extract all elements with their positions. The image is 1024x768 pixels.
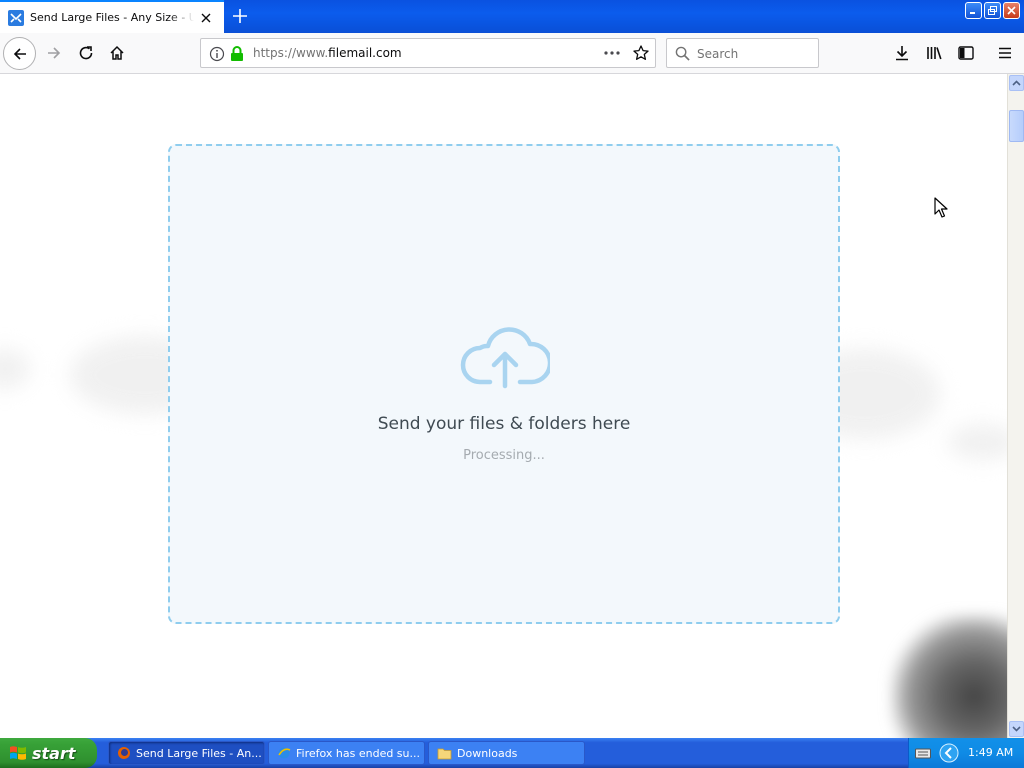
download-icon — [896, 46, 908, 61]
info-icon[interactable] — [209, 46, 225, 62]
taskbar-item-ie[interactable]: Firefox has ended su... — [268, 741, 425, 765]
mouse-cursor-icon — [934, 197, 948, 218]
close-window-button[interactable] — [1003, 2, 1020, 19]
taskbar-item-downloads[interactable]: Downloads — [428, 741, 585, 765]
windows-logo-icon — [10, 746, 26, 760]
taskbar-item-firefox[interactable]: Send Large Files - An... — [108, 741, 265, 765]
url-bar[interactable]: https://www.filemail.com — [200, 38, 656, 68]
taskbar-item-label: Send Large Files - An... — [136, 746, 262, 760]
bookmark-star-icon[interactable] — [633, 45, 649, 61]
start-button[interactable]: start — [0, 738, 97, 768]
scroll-up-button[interactable] — [1009, 75, 1024, 91]
window-controls — [965, 2, 1020, 20]
downloads-button[interactable] — [886, 37, 918, 69]
reload-button[interactable] — [70, 37, 102, 69]
folder-icon — [437, 748, 452, 759]
firefox-icon — [118, 747, 130, 759]
scroll-down-button[interactable] — [1009, 721, 1024, 737]
url-text: https://www.filemail.com — [253, 46, 402, 60]
search-icon — [675, 46, 690, 61]
home-icon — [110, 45, 124, 60]
file-dropzone[interactable]: Send your files & folders here Processin… — [168, 144, 840, 624]
clock: 1:49 AM — [968, 746, 1014, 759]
new-tab-icon[interactable] — [232, 8, 248, 24]
back-arrow-icon — [13, 47, 26, 60]
sidebar-icon — [958, 46, 974, 60]
reload-icon — [79, 46, 93, 60]
menu-button[interactable] — [989, 37, 1021, 69]
url-domain: filemail.com — [328, 46, 402, 60]
close-tab-icon[interactable] — [200, 12, 212, 24]
dropzone-status: Processing... — [463, 448, 545, 463]
chevron-down-icon — [1012, 726, 1021, 732]
search-placeholder: Search — [697, 47, 739, 61]
tray-chevron-icon[interactable] — [939, 743, 959, 763]
search-bar[interactable]: Search — [666, 38, 819, 68]
system-tray: 1:49 AM — [908, 738, 1024, 768]
scrollbar-thumb[interactable] — [1009, 110, 1024, 142]
filemail-icon — [8, 10, 24, 26]
library-button[interactable] — [918, 37, 950, 69]
tab-strip: Send Large Files - Any Size - Up To — [0, 0, 1024, 33]
forward-arrow-icon — [48, 47, 61, 59]
page-actions-icon[interactable] — [603, 45, 621, 61]
url-prefix: https://www. — [253, 46, 329, 60]
forward-button[interactable] — [38, 37, 70, 69]
minimize-button[interactable] — [965, 2, 982, 19]
taskbar: start Send Large Files - An... Firefox h… — [0, 738, 1024, 768]
page-content: Send your files & folders here Processin… — [0, 74, 1007, 738]
ie-icon — [278, 747, 291, 759]
home-button[interactable] — [101, 37, 133, 69]
tab-title: Send Large Files - Any Size - Up To — [30, 11, 194, 24]
navigation-toolbar: https://www.filemail.com Search — [0, 33, 1024, 74]
library-icon — [926, 47, 942, 60]
sidebar-button[interactable] — [950, 37, 982, 69]
start-label: start — [32, 743, 76, 763]
lock-icon[interactable] — [230, 46, 244, 62]
dropzone-headline: Send your files & folders here — [377, 414, 631, 434]
hamburger-menu-icon — [999, 47, 1011, 59]
chevron-up-icon — [1012, 80, 1021, 86]
background-cloud — [948, 424, 1007, 460]
background-cloud — [0, 349, 30, 389]
restore-button[interactable] — [984, 2, 1001, 19]
tab-filemail[interactable]: Send Large Files - Any Size - Up To — [0, 0, 224, 33]
taskbar-item-label: Downloads — [457, 746, 518, 760]
blurred-overlay — [890, 614, 1007, 738]
taskbar-item-label: Firefox has ended su... — [296, 746, 421, 760]
vertical-scrollbar[interactable] — [1007, 74, 1024, 738]
back-button[interactable] — [3, 37, 36, 70]
keyboard-icon[interactable] — [915, 747, 931, 759]
cloud-upload-icon — [460, 327, 550, 389]
